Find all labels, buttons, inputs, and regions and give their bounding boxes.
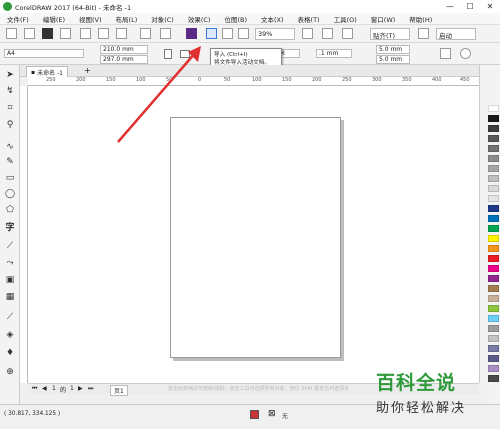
color-swatch[interactable] bbox=[488, 205, 499, 212]
total-pages: 1 bbox=[70, 385, 74, 392]
current-page-number: 1 bbox=[52, 385, 56, 392]
color-swatch[interactable] bbox=[488, 315, 499, 322]
color-swatch[interactable] bbox=[488, 335, 499, 342]
color-swatch[interactable] bbox=[488, 325, 499, 332]
color-swatch[interactable] bbox=[488, 175, 499, 182]
color-swatch[interactable] bbox=[488, 305, 499, 312]
color-swatch[interactable] bbox=[488, 195, 499, 202]
color-swatch[interactable] bbox=[488, 225, 499, 232]
color-swatch[interactable] bbox=[488, 135, 499, 142]
watermark-logo: 百科全说 助你轻松解决 bbox=[376, 368, 488, 420]
prev-page-icon[interactable]: ◀ bbox=[42, 385, 47, 392]
fill-none-label: 无 bbox=[282, 414, 288, 420]
watermark-line2: 助你轻松解决 bbox=[376, 401, 467, 416]
color-swatch[interactable] bbox=[488, 275, 499, 282]
color-swatch[interactable] bbox=[488, 145, 499, 152]
color-swatch[interactable] bbox=[488, 155, 499, 162]
color-swatch[interactable] bbox=[488, 365, 499, 372]
status-hint: 单击对象两次可旋转/倾斜；双击工具可选择所有对象；按住 Shift 键单击可选择… bbox=[168, 386, 348, 392]
watermark-line1: 百科全说 bbox=[376, 372, 457, 394]
color-swatch[interactable] bbox=[488, 115, 499, 122]
page-tab[interactable]: 页1 bbox=[110, 385, 128, 396]
cursor-coordinates: ( 30.817, 334.125 ) bbox=[4, 411, 61, 417]
color-swatch[interactable] bbox=[488, 375, 499, 382]
color-swatch[interactable] bbox=[488, 235, 499, 242]
outline-none-icon[interactable]: ⊠ bbox=[268, 409, 276, 419]
annotation-arrow bbox=[117, 46, 201, 143]
page-of-label: 的 bbox=[60, 387, 67, 394]
color-swatch[interactable] bbox=[488, 105, 499, 112]
color-swatch[interactable] bbox=[488, 255, 499, 262]
fill-color-icon[interactable] bbox=[250, 410, 259, 419]
color-swatch[interactable] bbox=[488, 245, 499, 252]
color-swatch[interactable] bbox=[488, 355, 499, 362]
color-swatch[interactable] bbox=[488, 125, 499, 132]
color-swatch[interactable] bbox=[488, 265, 499, 272]
color-swatch[interactable] bbox=[488, 285, 499, 292]
color-swatch[interactable] bbox=[488, 165, 499, 172]
first-page-icon[interactable]: ⏮ bbox=[32, 385, 37, 393]
color-swatch[interactable] bbox=[488, 185, 499, 192]
last-page-icon[interactable]: ⏭ bbox=[88, 385, 93, 393]
color-swatch[interactable] bbox=[488, 295, 499, 302]
color-palette bbox=[487, 65, 500, 415]
next-page-icon[interactable]: ▶ bbox=[78, 385, 83, 392]
color-swatch[interactable] bbox=[488, 215, 499, 222]
docker-strip[interactable] bbox=[479, 65, 487, 383]
color-swatch[interactable] bbox=[488, 345, 499, 352]
